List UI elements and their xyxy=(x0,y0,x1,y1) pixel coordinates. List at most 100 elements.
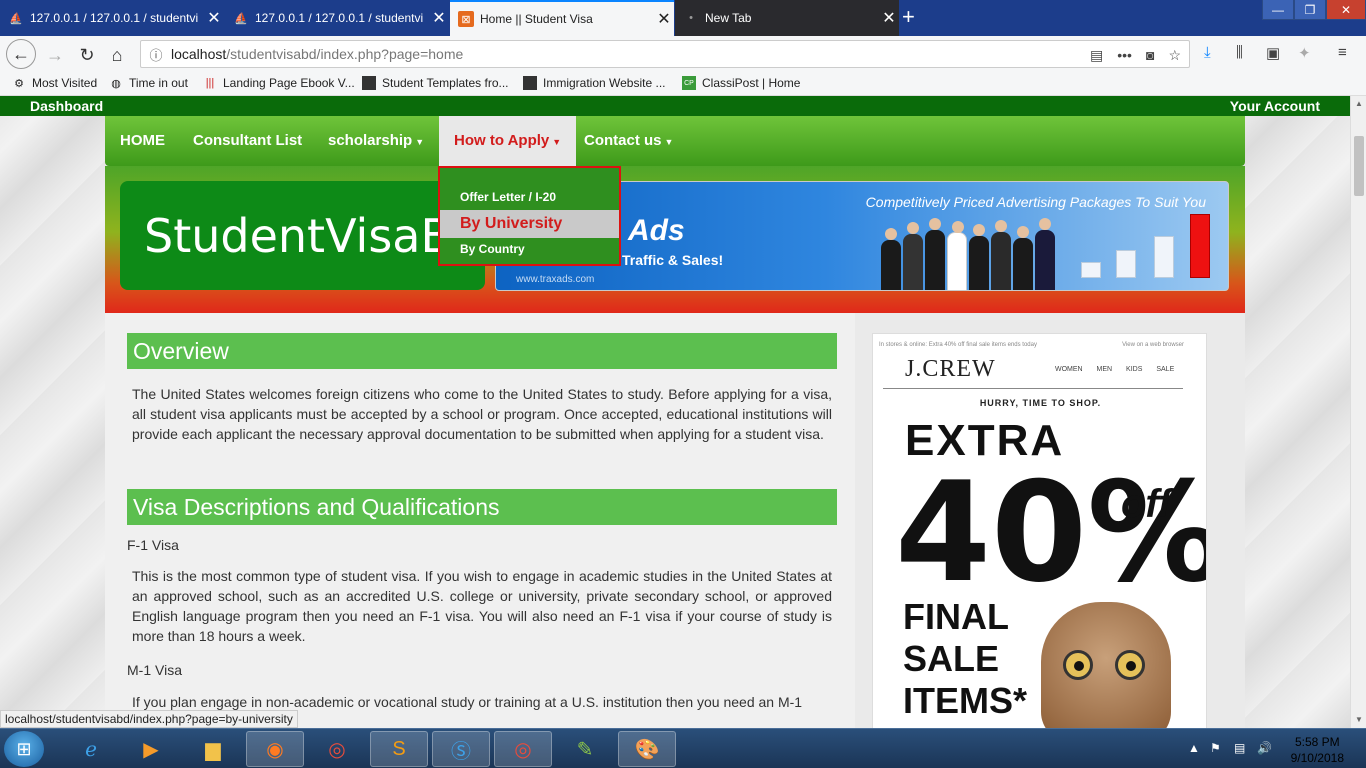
bookmark-immigration[interactable]: Immigration Website ... xyxy=(523,76,665,90)
dropdown-offer-letter[interactable]: Offer Letter / I-20 xyxy=(440,190,619,204)
nav-how-to-apply[interactable]: How to Apply ▼ xyxy=(439,116,577,166)
link-status-bar: localhost/studentvisabd/index.php?page=b… xyxy=(0,710,298,728)
bookmark-landing-page[interactable]: ||| Landing Page Ebook V... xyxy=(203,76,355,90)
nav-contact-us[interactable]: Contact us ▼ xyxy=(569,116,688,166)
phpmyadmin-icon: ⛵ xyxy=(9,12,23,25)
extension-icon[interactable]: ✦ xyxy=(1298,44,1311,62)
download-icon[interactable]: ⤓ xyxy=(1204,44,1211,61)
site-container: HOME Consultant List scholarship ▼ How to… xyxy=(105,116,1245,728)
your-account-link[interactable]: Your Account xyxy=(1230,98,1320,114)
nav-scholarship[interactable]: scholarship ▼ xyxy=(313,116,439,166)
bookmark-classipost[interactable]: CP ClassiPost | Home xyxy=(682,76,800,90)
volume-icon[interactable]: 🔊 xyxy=(1257,741,1272,755)
main-content: Overview The United States welcomes fore… xyxy=(105,313,855,728)
firefox-icon[interactable]: ◉ xyxy=(246,731,304,767)
address-bar[interactable]: ⓘ localhost/studentvisabd/index.php?page… xyxy=(140,40,1190,68)
reload-icon[interactable]: ↻ xyxy=(74,42,100,68)
caret-down-icon: ▼ xyxy=(664,137,674,147)
menu-hamburger-icon[interactable]: ≡ xyxy=(1338,44,1347,61)
owl-image xyxy=(1041,602,1171,728)
tab-new-tab[interactable]: • New Tab ✕ xyxy=(675,0,899,36)
close-icon[interactable]: ✕ xyxy=(879,8,899,28)
divider xyxy=(883,388,1183,389)
notepad-icon[interactable]: ✎ xyxy=(556,731,614,767)
file-explorer-icon[interactable]: ▆ xyxy=(184,731,242,767)
business-people-image xyxy=(881,212,1071,290)
url-actions: ▤ ••• ◙ ☆ xyxy=(1090,47,1181,64)
banner-slogan: Traffic & Sales! xyxy=(622,252,724,268)
m1-visa-label: M-1 Visa xyxy=(127,662,182,678)
dropdown-by-country[interactable]: By Country xyxy=(440,242,619,256)
banner-brand: Ads xyxy=(628,214,685,247)
bookmark-star-icon[interactable]: ☆ xyxy=(1168,47,1181,64)
globe-icon: ◍ xyxy=(111,77,121,90)
chrome-icon[interactable]: ◎ xyxy=(308,731,366,767)
dropdown-by-university[interactable]: By University xyxy=(440,210,619,238)
site-logo[interactable]: StudentVisaBD xyxy=(120,181,485,290)
pocket-icon[interactable]: ◙ xyxy=(1146,47,1154,64)
maximize-button[interactable]: ❐ xyxy=(1294,0,1326,20)
bookmark-time-in-out[interactable]: ◍ Time in out xyxy=(109,76,188,90)
sidebar-icon[interactable]: ▣ xyxy=(1266,44,1280,62)
jcrew-logo: J.CREW xyxy=(905,356,996,382)
phpmyadmin-icon: ⛵ xyxy=(234,12,248,25)
show-hidden-icons[interactable]: ▲ xyxy=(1188,741,1200,755)
scroll-up-icon[interactable]: ▲ xyxy=(1351,96,1366,112)
bars-icon: ||| xyxy=(205,77,215,89)
library-icon[interactable]: ⫼ xyxy=(1236,44,1243,61)
overview-heading: Overview xyxy=(127,333,837,369)
bookmark-most-visited[interactable]: ⚙ Most Visited xyxy=(12,76,97,90)
site-favicon-icon: ⊠ xyxy=(458,11,474,27)
scrollbar-thumb[interactable] xyxy=(1354,136,1364,196)
chart-bar-graphic xyxy=(1190,214,1210,278)
caret-down-icon: ▼ xyxy=(552,137,562,147)
dashboard-link[interactable]: Dashboard xyxy=(30,98,103,114)
tab-student-visa[interactable]: ⊠ Home || Student Visa ✕ xyxy=(450,0,674,36)
bookmark-student-templates[interactable]: Student Templates fro... xyxy=(362,76,509,90)
f1-visa-label: F-1 Visa xyxy=(127,537,179,553)
reader-view-icon[interactable]: ▤ xyxy=(1090,47,1103,64)
nav-home[interactable]: HOME xyxy=(105,116,180,166)
page-actions-icon[interactable]: ••• xyxy=(1117,47,1132,64)
banner-website: www.traxads.com xyxy=(516,274,595,285)
site-header: StudentVisaBD Competitively Priced Adver… xyxy=(105,166,1245,313)
browser-toolbar: ← → ↻ ⌂ ⓘ localhost/studentvisabd/index.… xyxy=(0,36,1366,72)
scroll-down-icon[interactable]: ▼ xyxy=(1351,712,1366,728)
caret-down-icon: ▼ xyxy=(415,137,425,147)
network-icon[interactable]: ▤ xyxy=(1234,741,1245,755)
page-viewport: Dashboard Your Account HOME Consultant L… xyxy=(0,96,1350,728)
nav-consultant-list[interactable]: Consultant List xyxy=(178,116,317,166)
home-icon[interactable]: ⌂ xyxy=(104,42,130,68)
jcrew-advert[interactable]: In stores & online: Extra 40% off final … xyxy=(872,333,1207,728)
sublime-text-icon[interactable]: S xyxy=(370,731,428,767)
how-to-apply-dropdown: Offer Letter / I-20 By University By Cou… xyxy=(438,166,621,266)
forward-arrow-icon[interactable]: → xyxy=(42,42,68,68)
close-icon[interactable]: ✕ xyxy=(429,8,449,28)
tab-phpmyadmin-1[interactable]: ⛵ 127.0.0.1 / 127.0.0.1 / studentvi ✕ xyxy=(0,0,224,36)
close-icon[interactable]: ✕ xyxy=(654,9,674,29)
new-tab-plus-icon[interactable]: + xyxy=(902,4,915,30)
bookmarks-bar: ⚙ Most Visited ◍ Time in out ||| Landing Pa… xyxy=(0,72,1366,96)
info-icon[interactable]: ⓘ xyxy=(141,45,171,64)
back-arrow-icon[interactable]: ← xyxy=(6,39,36,69)
internet-explorer-icon[interactable]: ℯ xyxy=(62,731,120,767)
main-nav: HOME Consultant List scholarship ▼ How to… xyxy=(105,116,1245,166)
dot-icon: • xyxy=(689,12,693,24)
cp-icon: CP xyxy=(682,76,696,90)
flag-icon[interactable]: ⚑ xyxy=(1210,741,1221,755)
page-scrollbar[interactable]: ▲ ▼ xyxy=(1350,96,1366,728)
media-player-icon[interactable]: ▶ xyxy=(122,731,180,767)
top-strip: Dashboard Your Account xyxy=(0,96,1350,116)
f1-paragraph: This is the most common type of student … xyxy=(132,568,832,644)
chrome-window-icon[interactable]: ◎ xyxy=(494,731,552,767)
minimize-button[interactable]: — xyxy=(1262,0,1294,20)
visa-heading: Visa Descriptions and Qualifications xyxy=(127,489,837,525)
start-button[interactable]: ⊞ xyxy=(4,731,44,767)
window-close-button[interactable]: ✕ xyxy=(1326,0,1366,20)
paint-icon[interactable]: 🎨 xyxy=(618,731,676,767)
url-text[interactable]: localhost/studentvisabd/index.php?page=h… xyxy=(171,46,463,62)
tab-phpmyadmin-2[interactable]: ⛵ 127.0.0.1 / 127.0.0.1 / studentvi ✕ xyxy=(225,0,449,36)
skype-icon[interactable]: Ⓢ xyxy=(432,731,490,767)
clock[interactable]: 5:58 PM 9/10/2018 xyxy=(1291,734,1344,766)
close-icon[interactable]: ✕ xyxy=(204,8,224,28)
